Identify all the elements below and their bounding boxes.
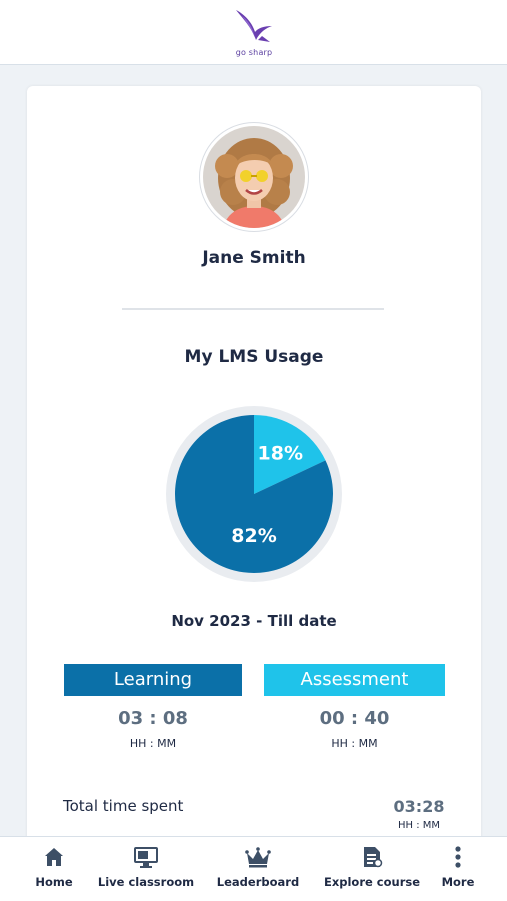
nav-live-classroom-label: Live classroom [97,875,195,889]
nav-explore-course[interactable]: Explore course [320,845,424,895]
brand-logo[interactable]: go sharp [222,6,286,60]
total-time-label: Total time spent [63,797,184,815]
assessment-stat: Assessment 00 : 40 HH : MM [264,664,445,750]
bird-logo-icon [236,10,272,42]
learning-time: 03 : 08 [118,708,188,729]
more-vertical-icon [455,846,461,868]
monitor-icon [134,847,158,868]
usage-pie-chart: 18% 82% [164,404,344,584]
home-icon [45,848,63,866]
pie-label-assessment: 18% [258,443,303,465]
learning-label[interactable]: Learning [64,664,242,696]
learning-unit: HH : MM [129,737,177,750]
total-time-value: 03:28 [393,797,445,816]
nav-home-label: Home [35,875,73,889]
profile-card: Jane Smith My LMS Usage 18% 82% Nov 2023 … [27,86,481,846]
nav-explore-course-label: Explore course [323,875,421,889]
document-icon [364,847,383,868]
pie-label-learning: 82% [231,525,276,547]
assessment-unit: HH : MM [331,737,378,750]
nav-home[interactable]: Home [22,845,86,895]
divider [122,308,384,310]
user-avatar[interactable] [203,126,305,228]
learning-stat: Learning 03 : 08 HH : MM [64,664,242,750]
pie-svg: 18% 82% [166,406,342,582]
user-name: Jane Smith [202,248,306,268]
app-header: go sharp [0,0,507,65]
bottom-nav: Home Live classroom Leaderboard Explore … [0,836,507,901]
nav-more-label: More [441,875,475,889]
logo-text: go sharp [235,48,273,57]
nav-leaderboard-label: Leaderboard [216,875,300,889]
nav-leaderboard[interactable]: Leaderboard [214,845,302,895]
assessment-label[interactable]: Assessment [264,664,445,696]
nav-live-classroom[interactable]: Live classroom [96,845,196,895]
avatar-frame [199,122,309,232]
lms-usage-title: My LMS Usage [184,347,324,367]
crown-icon [245,847,271,868]
assessment-time: 00 : 40 [319,708,390,729]
nav-more[interactable]: More [436,845,480,895]
usage-period: Nov 2023 - Till date [171,612,337,630]
total-time-unit: HH : MM [397,820,441,831]
